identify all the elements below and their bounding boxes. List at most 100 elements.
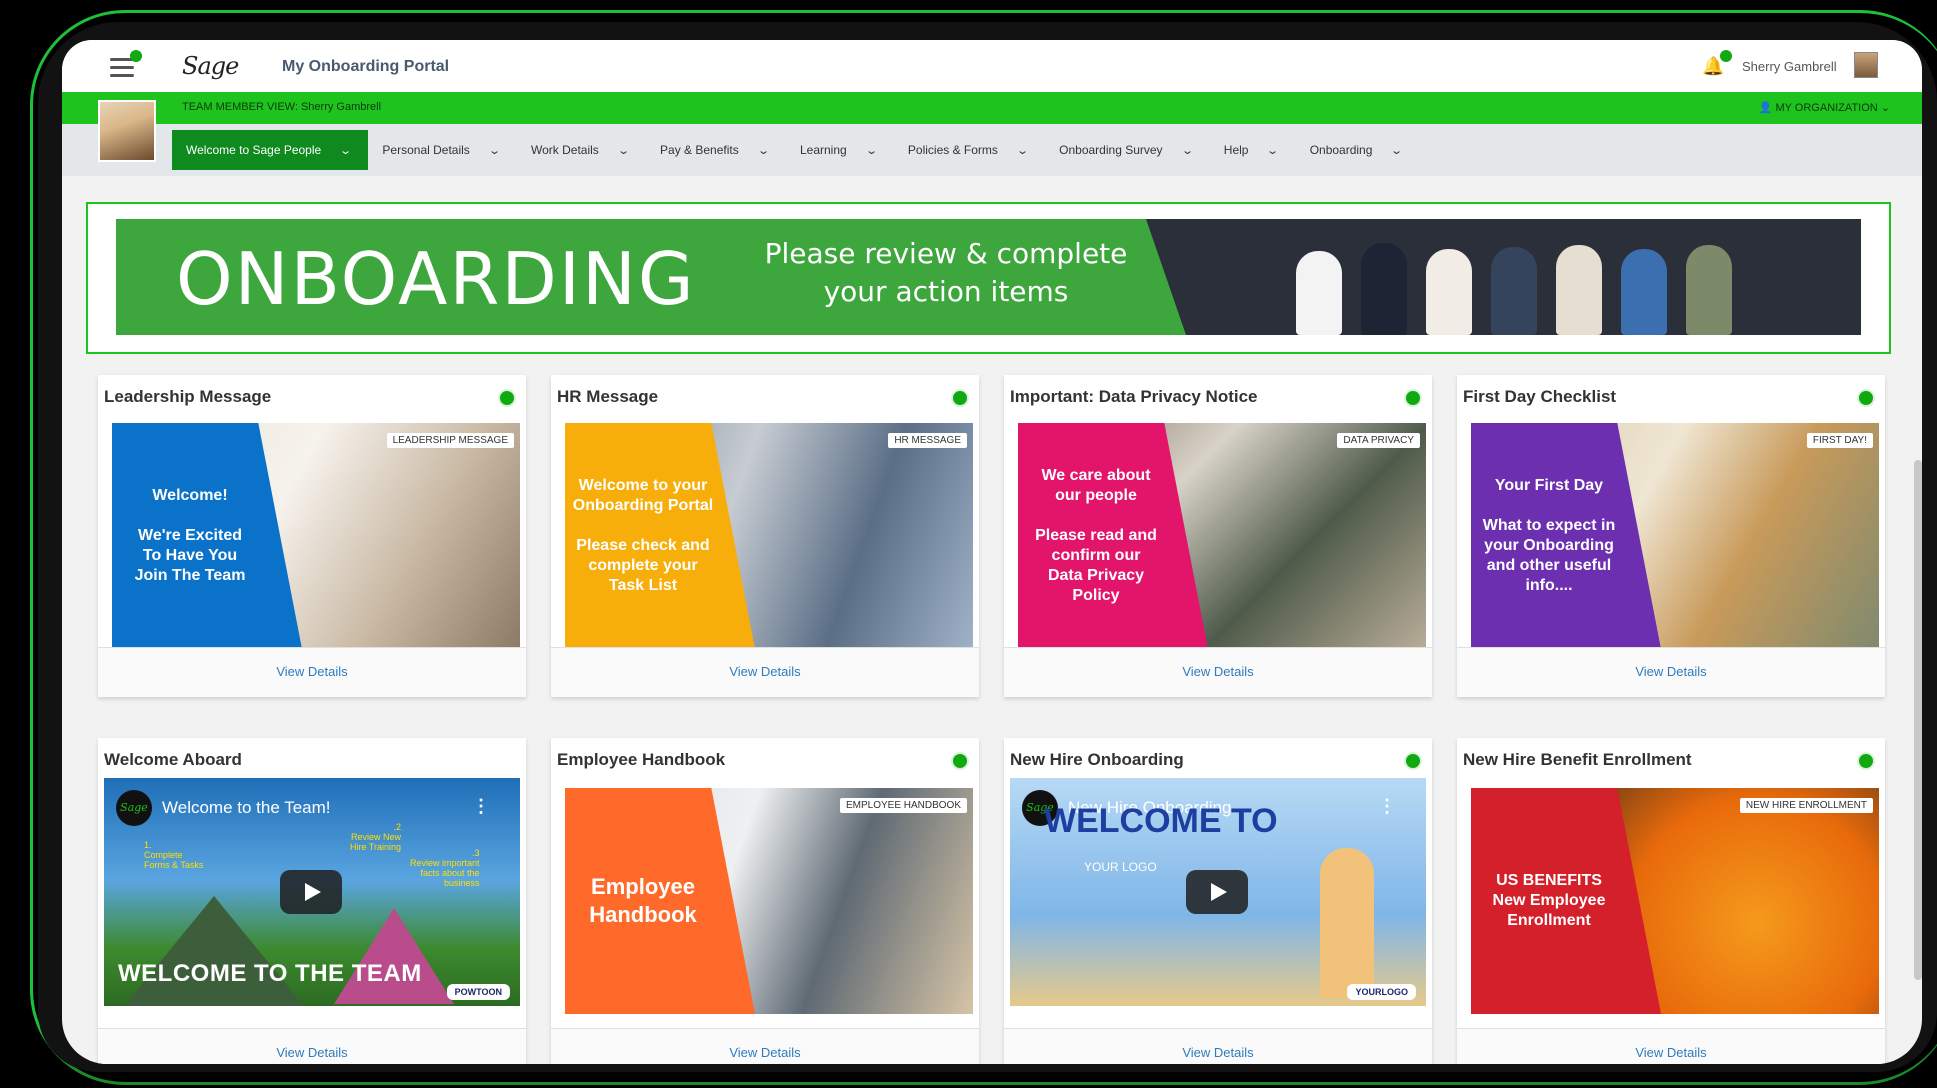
chevron-down-icon: ⌄ <box>339 144 353 157</box>
welcome-video[interactable]: Sage Welcome to the Team! ⋮ 1. Complete … <box>104 778 520 1006</box>
chevron-down-icon: ⌄ <box>864 144 878 157</box>
my-organization-menu[interactable]: 👤 MY ORGANIZATION ⌄ <box>1759 101 1890 114</box>
menu-button[interactable] <box>110 50 142 77</box>
nav-item-onboarding[interactable]: Onboarding ⌄ <box>1296 130 1420 170</box>
play-button[interactable] <box>280 870 342 914</box>
team-photo <box>1146 219 1861 335</box>
main-nav: Welcome to Sage People ⌄ Personal Details ⌄… <box>62 124 1922 176</box>
video-menu-icon[interactable]: ⋮ <box>1378 796 1396 817</box>
nav-item-learning[interactable]: Learning ⌄ <box>786 130 894 170</box>
channel-logo: Sage <box>116 790 152 826</box>
status-indicator <box>951 389 969 407</box>
card-image[interactable]: Employee Handbook EMPLOYEE HANDBOOK <box>565 788 973 1014</box>
card-tag: HR MESSAGE <box>888 433 967 448</box>
chevron-down-icon: ⌄ <box>1880 102 1890 114</box>
banner-subtitle: Please review & complete your action ite… <box>764 237 1128 308</box>
nav-item-pay-benefits[interactable]: Pay & Benefits ⌄ <box>646 130 786 170</box>
card-title: New Hire Benefit Enrollment <box>1463 750 1692 769</box>
chevron-down-icon: ⌄ <box>756 144 770 157</box>
card-new-hire-benefit-enrollment[interactable]: New Hire Benefit Enrollment US BENEFITS … <box>1457 738 1885 1064</box>
card-first-day-checklist[interactable]: First Day Checklist Your First Day What … <box>1457 375 1885 697</box>
card-title: New Hire Onboarding <box>1010 750 1184 769</box>
chevron-down-icon: ⌄ <box>1390 144 1404 157</box>
powtoon-badge: POWTOON <box>446 984 510 1000</box>
card-hr-message[interactable]: HR Message Welcome to your Onboarding Po… <box>551 375 979 697</box>
nav-item-onboarding-survey[interactable]: Onboarding Survey ⌄ <box>1045 130 1210 170</box>
view-details-link[interactable]: View Details <box>1457 647 1885 697</box>
card-new-hire-onboarding[interactable]: New Hire Onboarding Sage New Hire Onboar… <box>1004 738 1432 1064</box>
card-image[interactable]: US BENEFITS New Employee Enrollment NEW … <box>1471 788 1879 1014</box>
step-2: .2 Review New Hire Training <box>350 822 402 852</box>
nav-item-label: Learning <box>799 143 847 157</box>
video-caption: WELCOME TO THE TEAM <box>118 960 422 987</box>
notifications-bell-icon[interactable]: 🔔 <box>1702 50 1733 77</box>
nav-item-policies-forms[interactable]: Policies & Forms ⌄ <box>894 130 1045 170</box>
nav-item-label: Pay & Benefits <box>660 143 739 157</box>
chevron-down-icon: ⌄ <box>616 144 630 157</box>
user-name[interactable]: Sherry Gambrell <box>1742 59 1837 74</box>
card-image[interactable]: Your First Day What to expect in your On… <box>1471 423 1879 649</box>
card-tag: EMPLOYEE HANDBOOK <box>839 798 967 813</box>
card-tag: FIRST DAY! <box>1806 433 1873 448</box>
team-member-view-label: TEAM MEMBER VIEW: Sherry Gambrell <box>182 101 382 113</box>
step-1: 1. Complete Forms & Tasks <box>144 840 204 870</box>
step-3: .3 Review important facts about the busi… <box>410 848 480 888</box>
chevron-down-icon: ⌄ <box>1016 144 1029 157</box>
view-details-link[interactable]: View Details <box>98 1028 526 1064</box>
card-image[interactable]: Welcome to your Onboarding Portal Please… <box>565 423 973 649</box>
video-menu-icon[interactable]: ⋮ <box>472 796 490 817</box>
card-title: HR Message <box>557 387 659 406</box>
card-title: First Day Checklist <box>1463 387 1617 406</box>
nav-item-personal-details[interactable]: Personal Details ⌄ <box>368 130 517 170</box>
card-employee-handbook[interactable]: Employee Handbook Employee Handbook EMPL… <box>551 738 979 1064</box>
card-image[interactable]: Welcome! We're Excited To Have You Join … <box>112 423 520 649</box>
chevron-down-icon: ⌄ <box>487 144 501 157</box>
status-indicator <box>951 752 969 770</box>
video-logo-text: YOUR LOGO <box>1084 860 1157 874</box>
profile-photo <box>98 100 156 162</box>
nav-item-label: Personal Details <box>382 143 470 157</box>
view-details-link[interactable]: View Details <box>1457 1028 1885 1064</box>
onboarding-video[interactable]: Sage New Hire Onboarding ⋮ WELCOME TO YO… <box>1010 778 1426 1006</box>
play-button[interactable] <box>1186 870 1248 914</box>
view-details-link[interactable]: View Details <box>1004 647 1432 697</box>
view-details-link[interactable]: View Details <box>1004 1028 1432 1064</box>
status-indicator <box>498 389 516 407</box>
status-indicator <box>1857 752 1875 770</box>
nav-item-label: Work Details <box>531 143 599 157</box>
onboarding-banner: ONBOARDING Please review & complete your… <box>86 202 1891 354</box>
view-details-link[interactable]: View Details <box>551 1028 979 1064</box>
nav-item-label: Help <box>1223 143 1249 157</box>
nav-item-work-details[interactable]: Work Details ⌄ <box>517 130 646 170</box>
menu-notification-dot <box>130 50 142 62</box>
card-title: Employee Handbook <box>557 750 726 769</box>
notification-dot <box>1720 50 1733 62</box>
card-tag: DATA PRIVACY <box>1337 433 1420 448</box>
nav-item-welcome-to-sage-people[interactable]: Welcome to Sage People ⌄ <box>172 130 369 170</box>
card-image[interactable]: We care about our people Please read and… <box>1018 423 1426 649</box>
status-indicator <box>1404 389 1422 407</box>
card-leadership-message[interactable]: Leadership Message Welcome! We're Excite… <box>98 375 526 697</box>
card-tag: NEW HIRE ENROLLMENT <box>1739 798 1873 813</box>
nav-item-label: Policies & Forms <box>907 143 998 157</box>
user-avatar[interactable] <box>1854 52 1878 78</box>
status-indicator <box>1857 389 1875 407</box>
app-screen: Sage My Onboarding Portal 🔔 Sherry Gambr… <box>62 40 1922 1064</box>
video-big-text: WELCOME TO <box>1044 802 1278 840</box>
chevron-down-icon: ⌄ <box>1266 144 1280 157</box>
card-tag: LEADERSHIP MESSAGE <box>386 433 514 448</box>
view-details-link[interactable]: View Details <box>98 647 526 697</box>
sage-logo[interactable]: Sage <box>182 52 239 80</box>
page-scrollbar[interactable] <box>1914 460 1922 980</box>
card-title: Leadership Message <box>104 387 272 406</box>
card-data-privacy[interactable]: Important: Data Privacy Notice We care a… <box>1004 375 1432 697</box>
nav-item-label: Onboarding <box>1309 143 1373 157</box>
nav-item-label: Onboarding Survey <box>1059 143 1163 157</box>
team-member-bar: TEAM MEMBER VIEW: Sherry Gambrell 👤 MY O… <box>62 92 1922 124</box>
view-details-link[interactable]: View Details <box>551 647 979 697</box>
status-indicator <box>1404 752 1422 770</box>
nav-item-help[interactable]: Help ⌄ <box>1210 130 1296 170</box>
chevron-down-icon: ⌄ <box>1180 144 1194 157</box>
card-title: Welcome Aboard <box>104 750 242 769</box>
card-welcome-aboard[interactable]: Welcome Aboard Sage Welcome to the Team!… <box>98 738 526 1064</box>
